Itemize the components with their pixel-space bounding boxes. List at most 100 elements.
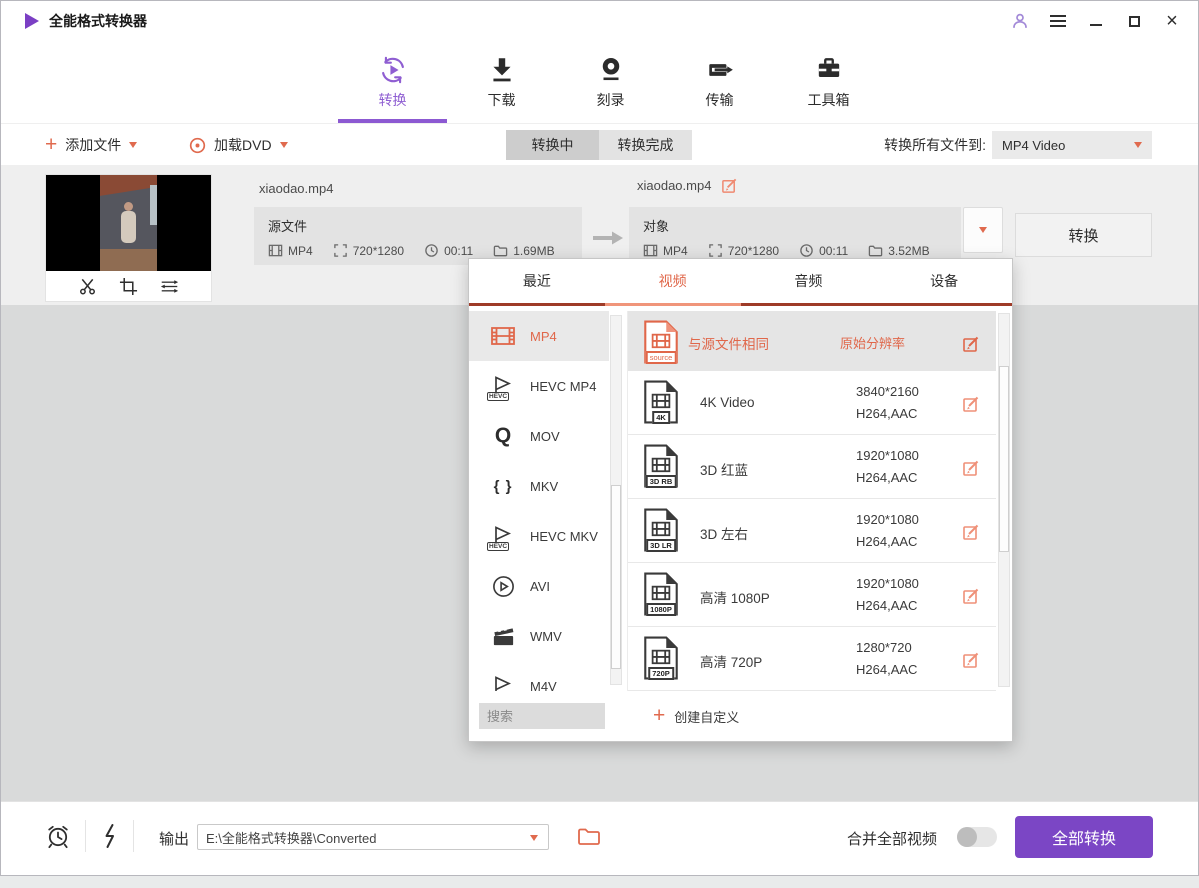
format-item-mp4[interactable]: MP4: [469, 311, 609, 361]
account-icon[interactable]: [1010, 11, 1030, 31]
edit-preset-icon[interactable]: [962, 335, 980, 353]
format-popup-tabs: 最近 视频 音频 设备: [469, 259, 1012, 306]
app-window: 全能格式转换器 × 转换: [0, 0, 1199, 876]
format-list: MP4 HEVC HEVC MP4 Q MOV { }: [469, 311, 609, 691]
format-list-scrollbar[interactable]: [610, 315, 622, 685]
tab-device[interactable]: 设备: [876, 259, 1012, 303]
preset-codec: H264,AAC: [856, 534, 917, 549]
edit-preset-icon[interactable]: [962, 651, 980, 669]
preset-3d-red-blue[interactable]: 3D RB 3D 红蓝 1920*1080 H264,AAC: [628, 435, 996, 499]
preset-resolution: 3840*2160: [856, 384, 919, 399]
high-speed-bolt-icon[interactable]: [99, 823, 121, 849]
preset-hd-1080p[interactable]: 1080P 高清 1080P 1920*1080 H264,AAC: [628, 563, 996, 627]
burn-disc-icon: [596, 55, 626, 85]
play-circle-icon: [489, 572, 517, 600]
preset-resolution: 原始分辨率: [840, 333, 905, 352]
tab-converting[interactable]: 转换中: [506, 130, 599, 160]
load-dvd-label: 加载DVD: [214, 135, 272, 155]
edit-preset-icon[interactable]: [962, 523, 980, 541]
video-file-icon: 1080P: [642, 572, 680, 616]
convert-all-to-label: 转换所有文件到:: [884, 124, 986, 166]
nav-tab-transfer[interactable]: 传输: [665, 41, 774, 123]
source-box-title: 源文件: [268, 216, 568, 235]
video-thumbnail[interactable]: [46, 175, 211, 301]
edit-preset-icon[interactable]: [962, 587, 980, 605]
minimize-button[interactable]: [1086, 11, 1106, 31]
preset-name: 3D 左右: [700, 523, 748, 543]
format-item-mov[interactable]: Q MOV: [469, 411, 609, 461]
nav-tab-convert[interactable]: 转换: [338, 41, 447, 123]
target-resolution: 720*1280: [728, 244, 779, 258]
format-label: M4V: [530, 679, 557, 692]
preset-name: 与源文件相同: [688, 333, 769, 353]
convert-icon: [378, 55, 408, 85]
format-item-mkv[interactable]: { } MKV: [469, 461, 609, 511]
folder-icon: [868, 243, 883, 258]
format-item-hevc-mkv[interactable]: HEVC HEVC MKV: [469, 511, 609, 561]
tab-audio[interactable]: 音频: [741, 259, 877, 303]
preset-3d-left-right[interactable]: 3D LR 3D 左右 1920*1080 H264,AAC: [628, 499, 996, 563]
target-format-dropdown-button[interactable]: [963, 207, 1003, 253]
source-info-box: 源文件 MP4 720*1280 00:11 1.69MB: [254, 207, 582, 265]
tab-finished[interactable]: 转换完成: [599, 130, 692, 160]
menu-icon[interactable]: [1048, 11, 1068, 31]
effects-adjust-icon[interactable]: [160, 277, 179, 296]
crop-icon[interactable]: [119, 277, 138, 296]
chevron-down-icon: [129, 142, 137, 148]
nav-tab-download[interactable]: 下载: [447, 41, 556, 123]
plus-icon: +: [45, 134, 57, 155]
source-size: 1.69MB: [513, 244, 554, 258]
preset-name: 高清 720P: [700, 651, 762, 671]
trim-scissors-icon[interactable]: [78, 277, 97, 296]
format-item-wmv[interactable]: WMV: [469, 611, 609, 661]
preset-resolution: 1920*1080: [856, 512, 919, 527]
preset-4k-video[interactable]: 4K 4K Video 3840*2160 H264,AAC: [628, 371, 996, 435]
open-folder-icon[interactable]: [577, 825, 601, 847]
edit-preset-icon[interactable]: [962, 459, 980, 477]
format-item-avi[interactable]: AVI: [469, 561, 609, 611]
convert-all-button[interactable]: 全部转换: [1015, 816, 1153, 858]
nav-tab-toolbox[interactable]: 工具箱: [774, 41, 883, 123]
app-logo-icon: [25, 13, 39, 29]
output-path-input[interactable]: [198, 825, 518, 849]
quicktime-q-icon: Q: [489, 422, 517, 450]
create-custom-button[interactable]: + 创建自定义: [653, 703, 739, 729]
thumbnail-image: [46, 175, 211, 271]
maximize-button[interactable]: [1124, 11, 1144, 31]
toolbar: + 添加文件 加载DVD 转换中 转换完成 转换所有文件到: MP4 Video: [1, 123, 1198, 165]
schedule-alarm-icon[interactable]: [45, 823, 71, 849]
preset-list-scrollbar[interactable]: [998, 313, 1010, 687]
merge-videos-toggle[interactable]: [957, 827, 997, 847]
preset-resolution: 1920*1080: [856, 576, 919, 591]
video-file-icon: 4K: [642, 380, 680, 424]
nav-tab-burn[interactable]: 刻录: [556, 41, 665, 123]
target-info-box: 对象 MP4 720*1280 00:11 3.52MB: [629, 207, 961, 265]
rename-edit-icon[interactable]: [721, 177, 738, 194]
convert-row-button[interactable]: 转换: [1015, 213, 1152, 257]
close-button[interactable]: ×: [1162, 11, 1182, 31]
search-input[interactable]: [479, 703, 605, 729]
preset-same-as-source[interactable]: source 与源文件相同 原始分辨率: [628, 311, 996, 371]
source-format: MP4: [288, 244, 313, 258]
output-path-box: [197, 824, 549, 850]
output-format-value: MP4 Video: [1002, 138, 1065, 153]
add-file-button[interactable]: + 添加文件: [45, 124, 137, 166]
tab-video[interactable]: 视频: [605, 259, 741, 303]
preset-resolution: 1920*1080: [856, 448, 919, 463]
format-item-hevc-mp4[interactable]: HEVC HEVC MP4: [469, 361, 609, 411]
film-icon: [268, 243, 283, 258]
popup-footer: + 创建自定义: [469, 691, 1012, 741]
edit-preset-icon[interactable]: [962, 395, 980, 413]
clock-icon: [799, 243, 814, 258]
preset-codec: H264,AAC: [856, 598, 917, 613]
nav-label: 工具箱: [808, 90, 850, 110]
chevron-down-icon[interactable]: [530, 835, 538, 841]
load-dvd-button[interactable]: 加载DVD: [189, 124, 288, 166]
clock-icon: [424, 243, 439, 258]
preset-hd-720p[interactable]: 720P 高清 720P 1280*720 H264,AAC: [628, 627, 996, 691]
output-format-select[interactable]: MP4 Video: [992, 131, 1152, 159]
clapperboard-icon: [489, 622, 517, 650]
tab-recent[interactable]: 最近: [469, 259, 605, 303]
mp4-filmstrip-icon: [489, 322, 517, 350]
format-item-m4v[interactable]: M4V: [469, 661, 609, 691]
